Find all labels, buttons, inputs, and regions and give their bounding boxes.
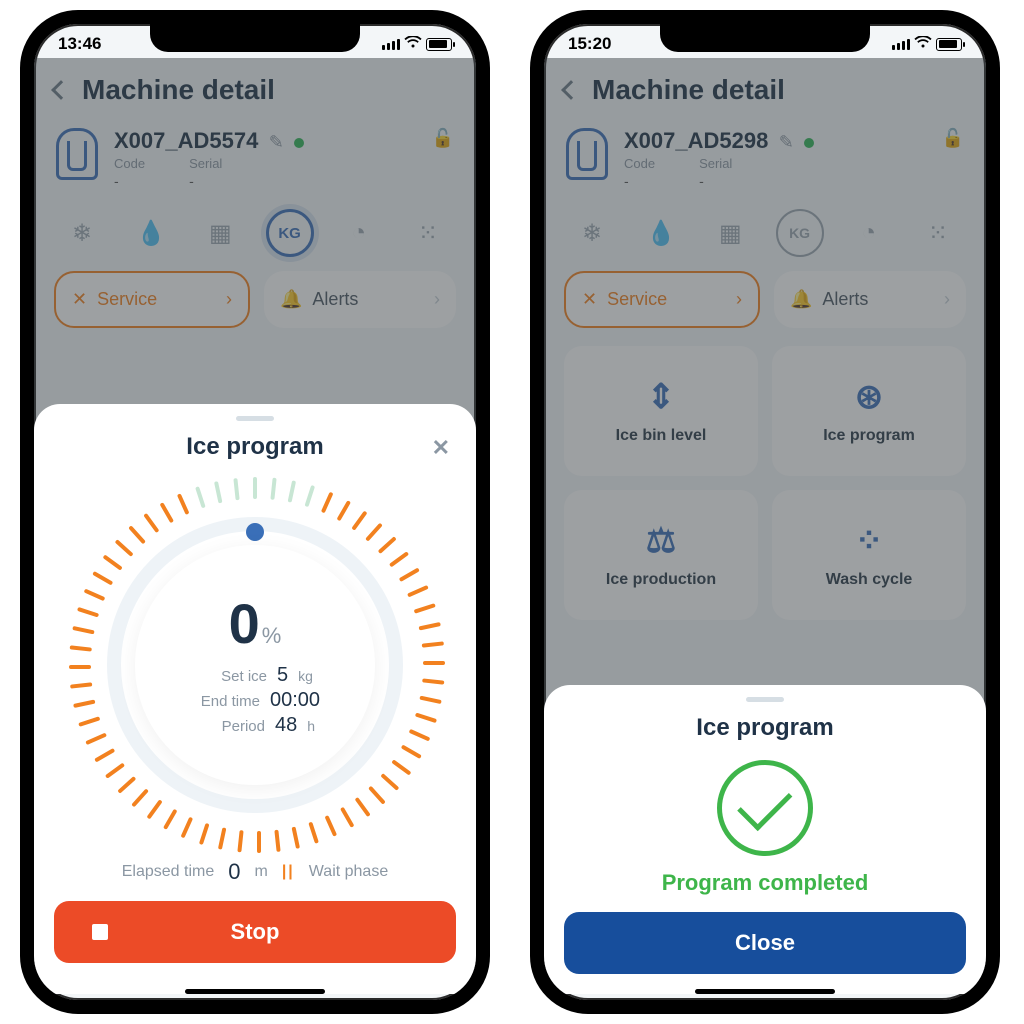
set-ice-unit: kg bbox=[298, 668, 313, 684]
clock: 13:46 bbox=[58, 34, 101, 54]
phone-left: 13:46 Machine detail X007_AD5574 ✎ Co bbox=[20, 10, 490, 1014]
stop-icon bbox=[92, 924, 108, 940]
stop-button[interactable]: Stop bbox=[54, 901, 456, 963]
stop-label: Stop bbox=[231, 919, 280, 945]
completed-text: Program completed bbox=[564, 870, 966, 896]
signal-icon bbox=[892, 39, 910, 50]
clock: 15:20 bbox=[568, 34, 611, 54]
elapsed-unit: m bbox=[255, 863, 268, 881]
drag-handle[interactable] bbox=[236, 416, 274, 421]
home-indicator[interactable] bbox=[695, 989, 835, 994]
period-unit: h bbox=[307, 718, 315, 734]
close-label: Close bbox=[735, 930, 795, 956]
percent-unit: % bbox=[262, 623, 282, 648]
elapsed-value: 0 bbox=[228, 859, 240, 885]
set-ice-label: Set ice bbox=[197, 668, 267, 685]
period-label: Period bbox=[195, 718, 265, 735]
phone-right: 15:20 Machine detail X007_AD5298 ✎ Co bbox=[530, 10, 1000, 1014]
home-indicator[interactable] bbox=[185, 989, 325, 994]
progress-gauge: 0% Set ice 5 kg End time 00:00 Period 48 h bbox=[65, 475, 445, 855]
period-value: 48 bbox=[275, 714, 297, 737]
notch bbox=[660, 24, 870, 52]
sheet-title: Ice program bbox=[696, 714, 833, 741]
sheet-title: Ice program bbox=[186, 433, 323, 460]
ice-program-sheet: Ice program ✕ 0% Set ice 5 kg End time 00:0… bbox=[34, 404, 476, 994]
phase-label: Wait phase bbox=[309, 863, 388, 881]
success-check-icon bbox=[717, 760, 813, 856]
set-ice-value: 5 bbox=[277, 664, 288, 687]
ice-program-result-sheet: Ice program Program completed Close bbox=[544, 685, 986, 994]
wifi-icon bbox=[404, 34, 422, 54]
pause-icon: || bbox=[282, 863, 295, 881]
gauge-marker bbox=[246, 523, 264, 541]
wifi-icon bbox=[914, 34, 932, 54]
elapsed-label: Elapsed time bbox=[122, 863, 215, 881]
battery-icon bbox=[426, 38, 452, 51]
close-icon[interactable]: ✕ bbox=[432, 435, 450, 461]
drag-handle[interactable] bbox=[746, 697, 784, 702]
battery-icon bbox=[936, 38, 962, 51]
end-time-value: 00:00 bbox=[270, 689, 320, 712]
signal-icon bbox=[382, 39, 400, 50]
percent-value: 0 bbox=[229, 592, 260, 655]
end-time-label: End time bbox=[190, 693, 260, 710]
notch bbox=[150, 24, 360, 52]
close-button[interactable]: Close bbox=[564, 912, 966, 974]
